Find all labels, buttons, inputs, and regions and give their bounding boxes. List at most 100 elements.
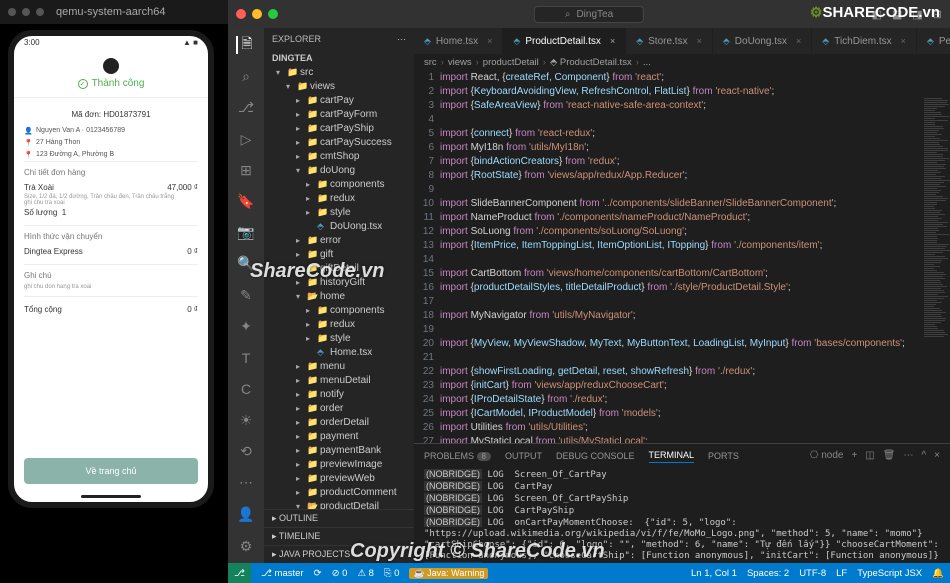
tree-folder[interactable]: ▸📁redux bbox=[264, 317, 414, 331]
tree-folder[interactable]: ▸📁menuDetail bbox=[264, 373, 414, 387]
tree-folder[interactable]: ▸📁notify bbox=[264, 387, 414, 401]
panel-tab[interactable]: PROBLEMS 8 bbox=[424, 449, 491, 463]
traffic-dot[interactable] bbox=[8, 8, 16, 16]
editor-tab[interactable]: ⬘Store.tsx× bbox=[626, 28, 713, 54]
tree-folder[interactable]: ▸📁previewWeb bbox=[264, 471, 414, 485]
tree-folder[interactable]: ▾📂productDetail bbox=[264, 499, 414, 509]
tree-folder[interactable]: ▾📂home bbox=[264, 289, 414, 303]
camera-icon[interactable]: 📷 bbox=[237, 224, 255, 241]
settings-icon[interactable]: ⚙ bbox=[237, 537, 255, 555]
traffic-dot[interactable] bbox=[36, 8, 44, 16]
bookmark-icon[interactable]: 🔖 bbox=[237, 193, 255, 210]
tree-folder[interactable]: ▸📁cartPayShip bbox=[264, 121, 414, 135]
nav-bar[interactable] bbox=[81, 495, 141, 498]
close-icon[interactable]: × bbox=[610, 36, 615, 46]
tree-folder[interactable]: ▸📁menu bbox=[264, 359, 414, 373]
tree-folder[interactable]: ▸📁paymentBank bbox=[264, 443, 414, 457]
debug-icon[interactable]: ▷ bbox=[237, 130, 255, 147]
source-control-icon[interactable]: ⎇ bbox=[237, 99, 255, 116]
git-branch[interactable]: ⎇ master bbox=[261, 568, 304, 579]
more-icon[interactable]: ⋯ bbox=[397, 34, 406, 45]
tree-folder[interactable]: ▾📁src bbox=[264, 65, 414, 79]
breadcrumb-item[interactable]: ⬘ ProductDetail.tsx bbox=[550, 57, 632, 68]
wand-icon[interactable]: ✦ bbox=[237, 318, 255, 335]
editor-tab[interactable]: ⬘TichDiem.tsx× bbox=[812, 28, 917, 54]
layout-right-icon[interactable]: ◨ bbox=[912, 8, 922, 21]
breadcrumb[interactable]: src›views›productDetail›⬘ ProductDetail.… bbox=[414, 54, 950, 71]
tree-file[interactable]: ⬘DoUong.tsx bbox=[264, 219, 414, 233]
breadcrumb-item[interactable]: src bbox=[424, 57, 437, 68]
zoom-icon[interactable]: 🔍 bbox=[237, 255, 255, 272]
tree-folder[interactable]: ▸📁gift bbox=[264, 247, 414, 261]
java-section[interactable]: ▸ JAVA PROJECTS bbox=[264, 545, 414, 563]
close-icon[interactable] bbox=[236, 9, 246, 19]
panel-tab[interactable]: PORTS bbox=[708, 449, 739, 463]
tree-folder[interactable]: ▸📁previewImage bbox=[264, 457, 414, 471]
tree-folder[interactable]: ▸📁error bbox=[264, 233, 414, 247]
split-terminal-icon[interactable]: ◫ bbox=[865, 450, 874, 461]
sync-icon[interactable]: ⟳ bbox=[314, 568, 322, 579]
add-terminal-icon[interactable]: + bbox=[851, 450, 857, 461]
tree-folder[interactable]: ▸📁historyGift bbox=[264, 275, 414, 289]
tree-file[interactable]: ⬘Home.tsx bbox=[264, 345, 414, 359]
tree-folder[interactable]: ▸📁payment bbox=[264, 429, 414, 443]
tree-folder[interactable]: ▸📁giftDetail bbox=[264, 261, 414, 275]
tree-folder[interactable]: ▸📁style bbox=[264, 205, 414, 219]
language-mode[interactable]: TypeScript JSX bbox=[857, 568, 922, 579]
layout-left-icon[interactable]: ◧ bbox=[872, 8, 882, 21]
tree-folder[interactable]: ▸📁order bbox=[264, 401, 414, 415]
panel-tab[interactable]: OUTPUT bbox=[505, 449, 542, 463]
close-panel-icon[interactable]: × bbox=[934, 450, 940, 461]
breadcrumb-item[interactable]: ... bbox=[643, 57, 651, 68]
close-icon[interactable]: × bbox=[697, 36, 702, 46]
close-icon[interactable]: × bbox=[796, 36, 801, 46]
close-icon[interactable]: × bbox=[901, 36, 906, 46]
warnings-count[interactable]: ⚠ 8 bbox=[357, 568, 373, 579]
text-icon[interactable]: T bbox=[237, 349, 255, 366]
panel-tab[interactable]: DEBUG CONSOLE bbox=[556, 449, 635, 463]
tree-folder[interactable]: ▸📁components bbox=[264, 303, 414, 317]
c-icon[interactable]: C bbox=[237, 380, 255, 397]
java-status[interactable]: ☕ Java: Warning bbox=[409, 568, 488, 579]
tree-folder[interactable]: ▾📁doUong bbox=[264, 163, 414, 177]
trash-icon[interactable]: 🗑 bbox=[883, 450, 896, 461]
indent-status[interactable]: Spaces: 2 bbox=[747, 568, 789, 579]
tree-folder[interactable]: ▸📁productComment bbox=[264, 485, 414, 499]
eol-status[interactable]: LF bbox=[836, 568, 847, 579]
tree-folder[interactable]: ▸📁cmtShop bbox=[264, 149, 414, 163]
edit-icon[interactable]: ✎ bbox=[237, 287, 255, 304]
code-content[interactable]: import React, {createRef, Component} fro… bbox=[440, 71, 950, 443]
minimap[interactable] bbox=[922, 97, 950, 443]
maximize-icon[interactable] bbox=[268, 9, 278, 19]
explorer-icon[interactable]: 🗎 bbox=[236, 36, 254, 54]
breadcrumb-item[interactable]: productDetail bbox=[483, 57, 539, 68]
tree-folder[interactable]: ▸📁cartPayForm bbox=[264, 107, 414, 121]
extensions-icon[interactable]: ⊞ bbox=[237, 162, 255, 179]
tree-folder[interactable]: ▸📁orderDetail bbox=[264, 415, 414, 429]
layout-bottom-icon[interactable]: ⬓ bbox=[892, 8, 902, 21]
code-editor[interactable]: 1234567891011121314151617181920212223242… bbox=[414, 71, 950, 443]
outline-section[interactable]: ▸ OUTLINE bbox=[264, 509, 414, 527]
traffic-dot[interactable] bbox=[22, 8, 30, 16]
command-center[interactable]: ⌕ DingTea bbox=[534, 6, 644, 23]
tree-folder[interactable]: ▸📁cartPay bbox=[264, 93, 414, 107]
sun-icon[interactable]: ☀ bbox=[237, 411, 255, 428]
rotate-icon[interactable]: ⟲ bbox=[237, 443, 255, 460]
port-count[interactable]: ⎘ 0 bbox=[384, 568, 400, 579]
editor-tab[interactable]: ⬘ProductDetail.tsx× bbox=[503, 28, 626, 54]
tree-folder[interactable]: ▸📁style bbox=[264, 331, 414, 345]
more-icon[interactable]: ⋯ bbox=[903, 450, 913, 461]
close-icon[interactable]: × bbox=[487, 36, 492, 46]
editor-tab[interactable]: ⬘Person.tsx× bbox=[917, 28, 950, 54]
panel-tab[interactable]: TERMINAL bbox=[649, 448, 695, 463]
editor-tab[interactable]: ⬘Home.tsx× bbox=[414, 28, 503, 54]
account-icon[interactable]: 👤 bbox=[237, 505, 255, 523]
tree-folder[interactable]: ▸📁redux bbox=[264, 191, 414, 205]
encoding-status[interactable]: UTF-8 bbox=[799, 568, 826, 579]
breadcrumb-item[interactable]: views bbox=[448, 57, 472, 68]
cursor-position[interactable]: Ln 1, Col 1 bbox=[691, 568, 737, 579]
more-icon[interactable]: ⋯ bbox=[237, 474, 255, 491]
home-button[interactable]: Về trang chủ bbox=[24, 458, 198, 484]
errors-count[interactable]: ⊘ 0 bbox=[332, 568, 348, 579]
editor-tab[interactable]: ⬘DoUong.tsx× bbox=[713, 28, 812, 54]
